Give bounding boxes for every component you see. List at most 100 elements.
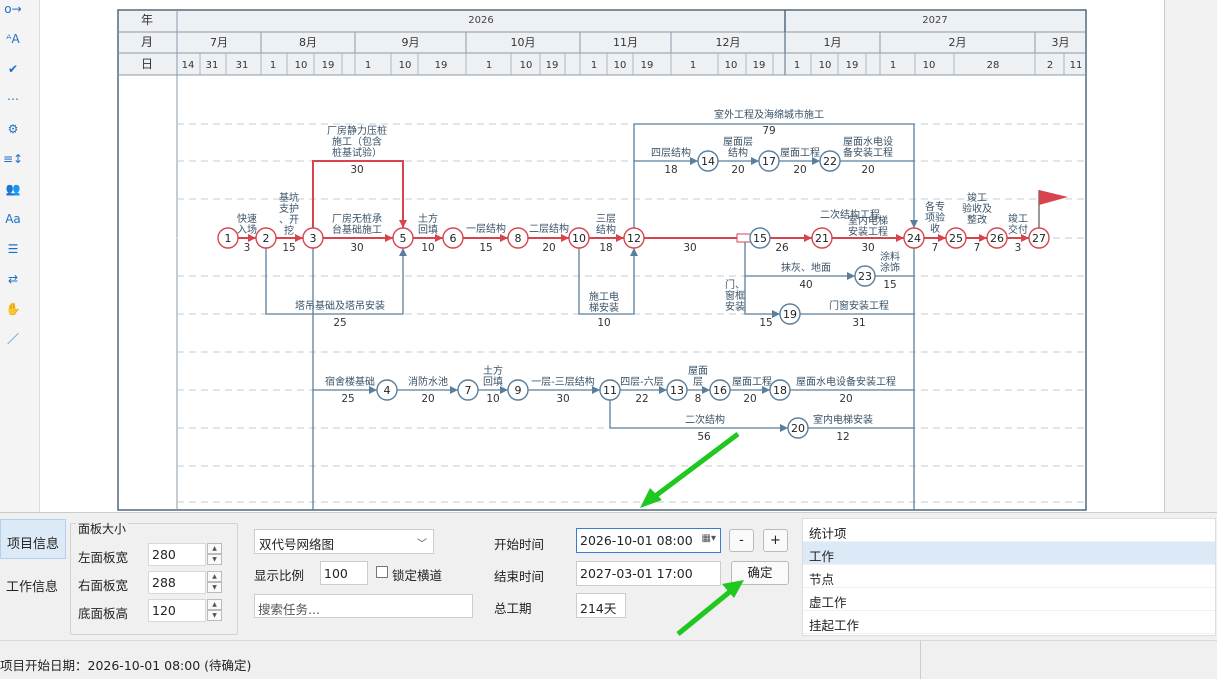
activity-label: 四层-六层 — [620, 376, 664, 388]
stats-item[interactable]: 统计项 — [803, 519, 1215, 542]
activity-label: 屋面工程 — [732, 376, 772, 388]
left-width-spinner[interactable]: ▲ ▼ — [207, 543, 222, 566]
day-label: 10 — [399, 60, 412, 71]
bottom-height-input[interactable]: 120 — [148, 599, 206, 622]
end-time-input[interactable]: 2027-03-01 17:00 — [576, 561, 721, 586]
activity-label: 一层结构 — [466, 222, 506, 235]
right-width-spinner[interactable]: ▲ ▼ — [207, 571, 222, 594]
increase-button[interactable]: + — [763, 529, 788, 552]
activity-duration: 7 — [974, 242, 981, 254]
activity-label: 土方 — [418, 212, 438, 225]
link-icon[interactable]: o→ — [3, 0, 23, 18]
right-width-input[interactable]: 288 — [148, 571, 206, 594]
panel-size-title: 面板大小 — [76, 520, 129, 537]
start-time-input[interactable]: 2026-10-01 08:00 ▦▾ — [576, 528, 721, 553]
search-input[interactable]: 搜索任务... — [254, 594, 473, 618]
month-label: 9月 — [402, 36, 420, 49]
activity-duration: 18 — [664, 164, 677, 176]
activity-label: 挖 — [284, 224, 294, 237]
network-canvas[interactable]: 年月日 2026 2027 7月 8月 9月 10月 11月 12月 1月 2月 3月 14 31 31 1 1… — [40, 0, 1165, 512]
check-icon[interactable]: ✔ — [3, 60, 23, 78]
activity-label: 窗框 — [725, 289, 745, 302]
day-label: 1 — [690, 60, 696, 71]
bottom-height-label: 底面板高 — [78, 606, 129, 621]
day-label: 10 — [819, 60, 832, 71]
left-width-input[interactable]: 280 — [148, 543, 206, 566]
year-label: 2026 — [468, 15, 493, 26]
activity-label: 项验 — [925, 211, 945, 224]
filter-icon[interactable]: ☰ — [3, 240, 23, 258]
network-node-label: 23 — [858, 270, 872, 283]
activity-duration: 30 — [350, 242, 363, 254]
activity-duration: 15 — [883, 279, 896, 291]
activity-label: 竣工 — [967, 191, 987, 204]
activity-label: 一层-三层结构 — [531, 375, 595, 388]
day-label: 10 — [614, 60, 627, 71]
network-node-label: 4 — [384, 384, 391, 397]
activity-label: 屋面层 — [723, 136, 753, 148]
vertical-scrollbar[interactable] — [1166, 0, 1217, 512]
swap-icon[interactable]: ⇄ — [3, 270, 23, 288]
text-format-icon[interactable]: ᴬA — [3, 30, 23, 48]
day-label: 1 — [591, 60, 597, 71]
network-node-label: 19 — [783, 308, 797, 321]
activity-label: 层 — [693, 376, 703, 388]
network-node-label: 27 — [1032, 232, 1046, 245]
activity-duration: 40 — [799, 279, 812, 291]
activity-label: 整改 — [967, 213, 987, 226]
activity-label: 交付 — [1008, 223, 1028, 236]
day-label: 31 — [206, 60, 219, 71]
activity-duration: 30 — [556, 393, 569, 405]
activity-label: 涂料 — [880, 250, 900, 263]
scale-input[interactable]: 100 — [320, 561, 368, 585]
activity-label: 屋面水电设 — [843, 135, 893, 148]
network-node-label: 8 — [515, 232, 522, 245]
activity-duration: 7 — [932, 242, 939, 254]
activity-duration: 3 — [244, 242, 251, 254]
month-label: 8月 — [299, 36, 317, 49]
activity-label: 竣工 — [1008, 212, 1028, 225]
activity-duration: 20 — [861, 164, 874, 176]
decrease-button[interactable]: - — [729, 529, 754, 552]
activity-label: 厂房静力压桩 — [327, 124, 387, 137]
day-label: 19 — [753, 60, 766, 71]
start-time-label: 开始时间 — [494, 537, 545, 552]
font-size-icon[interactable]: Aa — [3, 210, 23, 228]
users-icon[interactable]: 👥 — [3, 180, 23, 198]
activity-label: 收 — [930, 222, 940, 235]
month-label: 1月 — [824, 36, 842, 49]
day-label: 11 — [1070, 60, 1083, 71]
activity-label: 三层 — [596, 213, 616, 225]
stats-item[interactable]: 节点 — [803, 565, 1215, 588]
confirm-button[interactable]: 确定 — [731, 561, 789, 585]
lock-bar-checkbox[interactable] — [376, 566, 388, 578]
wand-icon[interactable]: ／ — [3, 330, 23, 348]
activity-label: 涂饰 — [880, 261, 900, 274]
chart-type-select[interactable]: 双代号网络图 ﹀ — [254, 529, 434, 554]
gear-icon[interactable]: ⚙ — [3, 120, 23, 138]
network-diagram: 年月日2026 20277月 8月 9月 10月 11月 12月 1月 2月 3月14 31 31 1 1… — [117, 9, 1087, 511]
tab-work-info[interactable]: 工作信息 — [0, 563, 66, 603]
tab-project-info[interactable]: 项目信息 — [0, 519, 66, 559]
activity-label: 门、 — [725, 278, 745, 291]
day-label: 1 — [794, 60, 800, 71]
stats-item[interactable]: 工作 — [803, 542, 1215, 565]
stats-item[interactable]: 挂起工作 — [803, 611, 1215, 634]
activity-label: 基坑 — [279, 191, 299, 204]
day-label: 1 — [486, 60, 492, 71]
stats-item[interactable]: 虚工作 — [803, 588, 1215, 611]
activity-label: 厂房无桩承 — [332, 212, 382, 225]
sort-icon[interactable]: ≡↕ — [3, 150, 23, 168]
activity-label: 验收及 — [962, 202, 992, 215]
day-label: 10 — [923, 60, 936, 71]
dots-icon[interactable]: ⋯ — [3, 90, 23, 108]
day-label: 10 — [520, 60, 533, 71]
activity-label: 回填 — [418, 223, 438, 236]
hand-icon[interactable]: ✋ — [3, 300, 23, 318]
network-node-label: 24 — [907, 232, 921, 245]
network-node-label: 16 — [713, 384, 727, 397]
calendar-icon[interactable]: ▦▾ — [702, 533, 716, 544]
network-node-label: 17 — [762, 155, 776, 168]
activity-label: 室外工程及海绵城市施工 — [714, 108, 824, 121]
bottom-height-spinner[interactable]: ▲ ▼ — [207, 599, 222, 622]
